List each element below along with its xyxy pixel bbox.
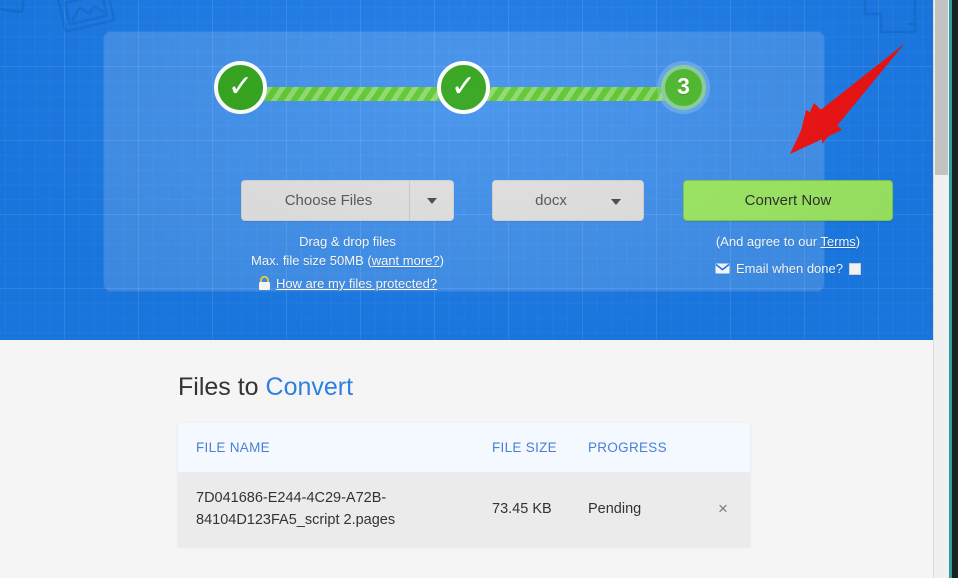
output-format-value: docx: [535, 192, 567, 209]
lock-icon: [258, 276, 271, 291]
chevron-down-icon: [426, 197, 437, 204]
table-header-row: FILE NAME FILE SIZE PROGRESS: [178, 423, 750, 473]
email-when-done-checkbox[interactable]: [848, 262, 861, 275]
browser-viewport: ✓ ✓ 3 Choose Files docx Convert Now Drag…: [0, 0, 958, 578]
want-more-link[interactable]: want more?: [372, 253, 440, 268]
cell-actions: ×: [696, 472, 750, 546]
choose-files-dropdown-toggle[interactable]: [409, 181, 453, 220]
terms-prefix-label: (And agree to our: [715, 234, 821, 249]
column-header-actions: [696, 423, 750, 473]
files-table-body: 7D041686-E244-4C29-A72B-84104D123FA5_scr…: [178, 472, 750, 546]
paren-close: ): [439, 253, 444, 268]
max-file-size-hint: Max. file size 50MB (want more?): [225, 252, 470, 270]
remove-file-button[interactable]: ×: [718, 499, 728, 518]
cell-progress-status: Pending: [588, 472, 696, 546]
column-header-file-name: FILE NAME: [178, 423, 492, 473]
terms-agreement-row: (And agree to our Terms): [683, 233, 893, 251]
output-format-select[interactable]: docx: [492, 180, 644, 221]
sheet-outline-icon: [0, 0, 35, 21]
max-size-label: Max. file size 50MB: [251, 253, 368, 268]
column-header-file-size: FILE SIZE: [492, 423, 588, 473]
drag-drop-label: Drag & drop files: [299, 234, 396, 249]
files-table: FILE NAME FILE SIZE PROGRESS 7D041686-E2…: [178, 423, 750, 546]
terms-link[interactable]: Terms: [820, 234, 855, 249]
envelope-icon: [715, 263, 730, 274]
table-row: 7D041686-E244-4C29-A72B-84104D123FA5_scr…: [178, 472, 750, 546]
hero-banner: ✓ ✓ 3 Choose Files docx Convert Now Drag…: [0, 0, 934, 340]
files-protected-row: How are my files protected?: [241, 275, 454, 293]
terms-suffix-label: ): [855, 234, 861, 249]
window-outer-border: [952, 0, 958, 578]
document-outline-icon: [857, 0, 923, 36]
files-table-head: FILE NAME FILE SIZE PROGRESS: [178, 423, 750, 473]
vertical-scrollbar[interactable]: [934, 0, 949, 578]
email-when-done-label: Email when done?: [736, 261, 843, 276]
files-protected-link[interactable]: How are my files protected?: [276, 275, 437, 293]
column-header-progress: PROGRESS: [588, 423, 696, 473]
controls-row: Choose Files docx Convert Now Drag & dro…: [104, 32, 893, 293]
scrollbar-thumb[interactable]: [935, 0, 948, 175]
convert-now-button[interactable]: Convert Now: [683, 180, 893, 221]
section-title-accent: Convert: [265, 373, 354, 401]
section-title-plain: Files to: [178, 373, 266, 401]
page-content: ✓ ✓ 3 Choose Files docx Convert Now Drag…: [0, 0, 934, 578]
section-title: Files to Convert: [178, 373, 353, 402]
cell-file-name: 7D041686-E244-4C29-A72B-84104D123FA5_scr…: [178, 472, 492, 546]
drag-drop-hint: Drag & drop files: [241, 233, 454, 251]
cell-file-size: 73.45 KB: [492, 472, 588, 546]
converter-panel: ✓ ✓ 3 Choose Files docx Convert Now Drag…: [104, 32, 893, 293]
choose-files-label: Choose Files: [284, 192, 373, 209]
choose-files-button[interactable]: Choose Files: [241, 180, 454, 221]
email-when-done-row: Email when done?: [683, 260, 893, 278]
chevron-down-icon: [611, 199, 621, 205]
convert-now-label: Convert Now: [744, 192, 832, 209]
